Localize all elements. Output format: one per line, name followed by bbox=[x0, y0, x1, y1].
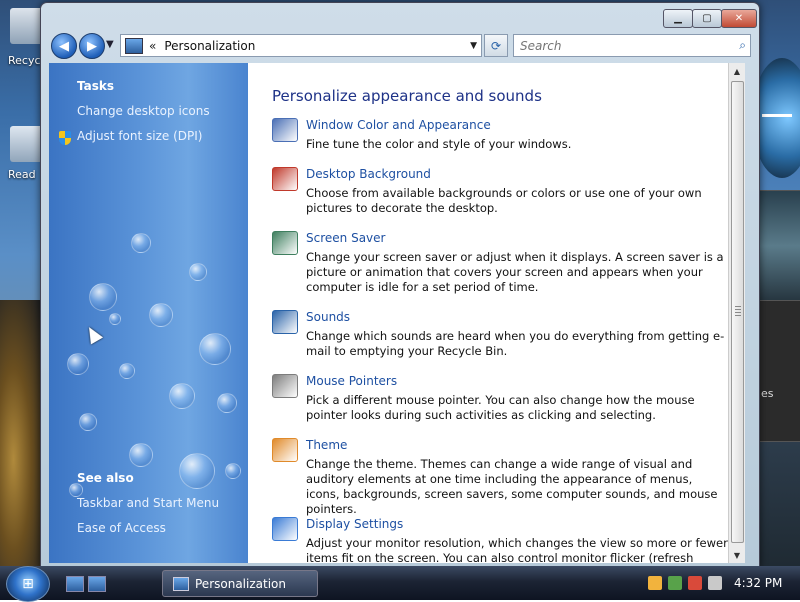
security-shield-icon[interactable] bbox=[648, 576, 662, 590]
mouse-pointers-link[interactable]: Mouse Pointers bbox=[306, 374, 397, 388]
change-desktop-icons-link[interactable]: Change desktop icons bbox=[77, 104, 210, 118]
address-bar[interactable]: « Personalization ▼ bbox=[120, 34, 482, 57]
minimize-button[interactable]: ▁ bbox=[663, 9, 693, 28]
mouse-pointers-desc: Pick a different mouse pointer. You can … bbox=[306, 393, 695, 422]
forward-button[interactable]: ▶ bbox=[79, 33, 105, 59]
wallpaper-rock bbox=[0, 300, 45, 566]
scroll-up-icon[interactable]: ▲ bbox=[729, 63, 745, 79]
personalization-window: ▁ ▢ ✕ ◀ ▶ ▼ « Personalization ▼ ⟳ ⌕ Task… bbox=[40, 2, 760, 580]
see-also-heading: See also bbox=[77, 471, 134, 485]
breadcrumb-personalization[interactable]: Personalization bbox=[164, 39, 255, 53]
taskbar: ⊞ Personalization 4:32 PM bbox=[0, 566, 800, 602]
uac-shield-icon bbox=[59, 131, 71, 145]
theme-desc: Change the theme. Themes can change a wi… bbox=[306, 457, 718, 516]
display-settings-icon[interactable] bbox=[272, 517, 298, 541]
control-panel-icon bbox=[173, 576, 189, 591]
volume-icon[interactable] bbox=[708, 576, 722, 590]
window-color-desc: Fine tune the color and style of your wi… bbox=[306, 137, 572, 151]
start-button[interactable]: ⊞ bbox=[6, 566, 50, 602]
show-desktop-icon[interactable] bbox=[66, 576, 84, 592]
screen-saver-desc: Change your screen saver or adjust when … bbox=[306, 250, 724, 294]
system-tray: 4:32 PM bbox=[648, 570, 798, 596]
breadcrumb-chevron[interactable]: « bbox=[149, 39, 156, 53]
sounds-desc: Change which sounds are heard when you d… bbox=[306, 329, 725, 358]
defender-icon[interactable] bbox=[668, 576, 682, 590]
switch-windows-icon[interactable] bbox=[88, 576, 106, 592]
clock-time[interactable]: 4:32 PM bbox=[734, 576, 782, 590]
screen-saver-icon[interactable] bbox=[272, 231, 298, 255]
desktop-background-link[interactable]: Desktop Background bbox=[306, 167, 431, 181]
refresh-button[interactable]: ⟳ bbox=[484, 34, 508, 57]
feed-gadget-text: es bbox=[761, 387, 774, 400]
feed-gadget[interactable]: es bbox=[758, 300, 800, 442]
search-input[interactable] bbox=[518, 37, 722, 54]
adjust-font-size-link[interactable]: Adjust font size (DPI) bbox=[77, 129, 202, 143]
address-dropdown-icon[interactable]: ▼ bbox=[470, 41, 477, 51]
readme-file-icon[interactable] bbox=[10, 126, 44, 162]
window-color-icon[interactable] bbox=[272, 118, 298, 142]
ease-of-access-link[interactable]: Ease of Access bbox=[77, 521, 166, 535]
search-box[interactable]: ⌕ bbox=[513, 34, 751, 57]
network-icon[interactable] bbox=[688, 576, 702, 590]
mouse-pointer-icon[interactable] bbox=[272, 374, 298, 398]
scrollbar-thumb[interactable] bbox=[731, 81, 744, 543]
desktop-background-desc: Choose from available backgrounds or col… bbox=[306, 186, 702, 215]
display-settings-link[interactable]: Display Settings bbox=[306, 517, 403, 531]
recycle-bin-label: Recyc bbox=[8, 54, 41, 67]
tasks-heading: Tasks bbox=[77, 79, 115, 93]
maximize-button[interactable]: ▢ bbox=[692, 9, 722, 28]
recycle-bin-icon[interactable] bbox=[10, 8, 44, 44]
screen-saver-link[interactable]: Screen Saver bbox=[306, 231, 385, 245]
slideshow-gadget[interactable] bbox=[758, 190, 800, 302]
taskbar-personalization-button[interactable]: Personalization bbox=[162, 570, 318, 597]
theme-icon[interactable] bbox=[272, 438, 298, 462]
search-icon[interactable]: ⌕ bbox=[739, 38, 746, 53]
task-pane: Tasks Change desktop icons Adjust font s… bbox=[49, 63, 248, 563]
sounds-link[interactable]: Sounds bbox=[306, 310, 350, 324]
close-button[interactable]: ✕ bbox=[721, 9, 757, 28]
taskbar-button-label: Personalization bbox=[195, 576, 286, 591]
taskbar-start-menu-link[interactable]: Taskbar and Start Menu bbox=[77, 496, 219, 510]
scroll-down-icon[interactable]: ▼ bbox=[729, 547, 745, 563]
back-button[interactable]: ◀ bbox=[51, 33, 77, 59]
theme-link[interactable]: Theme bbox=[306, 438, 347, 452]
window-color-link[interactable]: Window Color and Appearance bbox=[306, 118, 491, 132]
vertical-scrollbar[interactable]: ▲ ▼ bbox=[728, 63, 745, 563]
content-pane: Personalize appearance and sounds Window… bbox=[248, 63, 728, 580]
control-panel-icon bbox=[125, 37, 143, 54]
page-title: Personalize appearance and sounds bbox=[272, 87, 542, 105]
desktop-background-icon[interactable] bbox=[272, 167, 298, 191]
readme-file-label: Read bbox=[8, 168, 36, 181]
recent-pages-dropdown[interactable]: ▼ bbox=[106, 39, 114, 50]
sounds-icon[interactable] bbox=[272, 310, 298, 334]
